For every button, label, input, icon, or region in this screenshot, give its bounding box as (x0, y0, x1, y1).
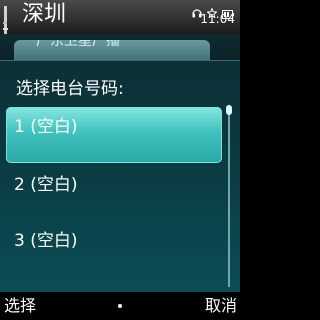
page-title: 深圳 (22, 2, 67, 27)
station-select-dialog: 选择电台号码: 1 (空白) 2 (空白) 3 (空白) (0, 60, 240, 293)
cancel-softkey[interactable]: 取消 (205, 292, 237, 320)
middle-softkey-dot-icon[interactable] (118, 304, 122, 308)
background-tab: 广东卫星广播 (14, 40, 210, 62)
station-list-item-2[interactable]: 2 (空白) (6, 165, 222, 221)
station-list-item-1[interactable]: 1 (空白) (6, 107, 222, 163)
station-item-label: 1 (空白) (14, 117, 78, 137)
background-content: 广东卫星广播 (0, 34, 240, 62)
station-item-label: 2 (空白) (14, 175, 78, 195)
status-bar: 深圳 11:04 (0, 0, 240, 46)
scrollbar-thumb[interactable] (226, 105, 232, 115)
dialog-heading: 选择电台号码: (16, 79, 124, 99)
clock: 11:04 (200, 12, 235, 26)
scrollbar-track (228, 105, 230, 287)
select-softkey[interactable]: 选择 (4, 292, 36, 320)
station-item-label: 3 (空白) (14, 231, 78, 251)
station-list-item-3[interactable]: 3 (空白) (6, 221, 222, 277)
softkey-bar: 选择 取消 (0, 292, 240, 320)
background-tab-label: 广东卫星广播 (36, 40, 120, 49)
scrollbar[interactable] (226, 105, 232, 287)
